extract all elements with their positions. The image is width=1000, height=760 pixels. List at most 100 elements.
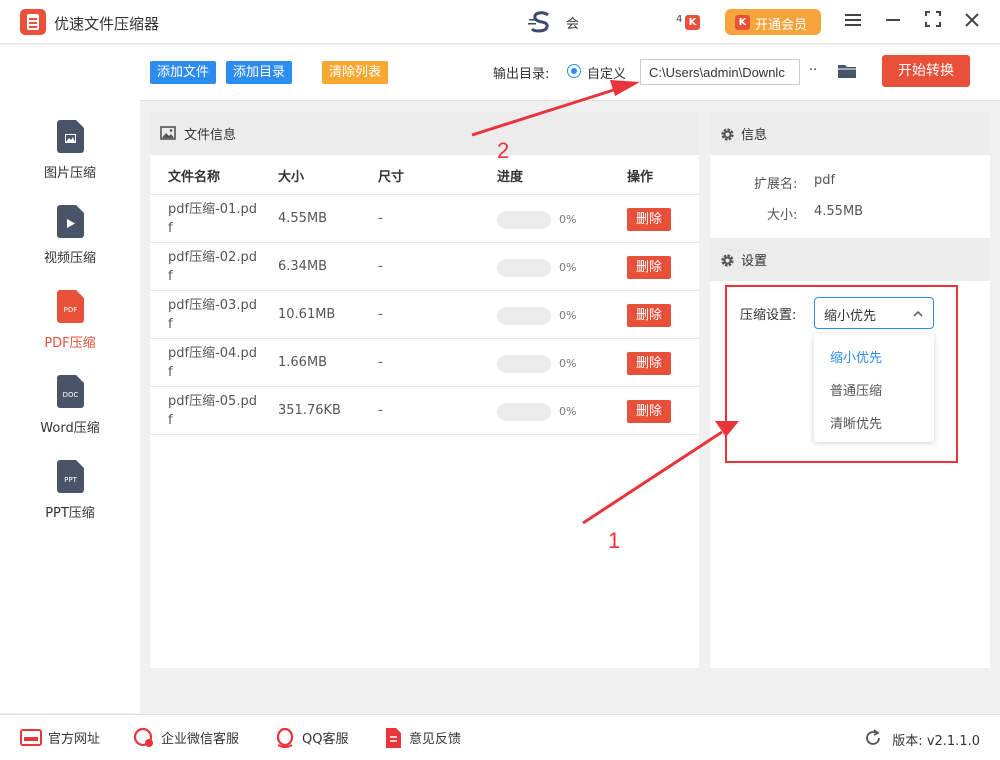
vip-badge-count: 4 bbox=[676, 14, 683, 25]
vip-badge[interactable]: 4 K bbox=[676, 12, 702, 32]
doc-icon-tag: DOC bbox=[62, 391, 79, 399]
clear-list-button[interactable]: 清除列表 bbox=[322, 61, 389, 84]
folder-icon[interactable] bbox=[837, 62, 857, 80]
maximize-icon[interactable] bbox=[921, 10, 945, 34]
progress-percent: 0% bbox=[559, 213, 577, 226]
progress-percent: 0% bbox=[559, 309, 577, 322]
table-row: pdf压缩-05.pdf 351.76KB - 0% 删除 bbox=[150, 387, 699, 435]
close-icon[interactable] bbox=[960, 10, 984, 34]
settings-panel-header: 设置 bbox=[710, 238, 990, 281]
sidebar-item-pdf[interactable]: PDF PDF压缩 bbox=[0, 290, 140, 370]
member-text[interactable]: 会 bbox=[566, 13, 579, 32]
vip-k-icon: K bbox=[685, 15, 700, 30]
progress-percent: 0% bbox=[559, 405, 577, 418]
col-header-size: 大小 bbox=[278, 170, 305, 185]
info-panel-title: 信息 bbox=[741, 128, 768, 143]
file-name: pdf压缩-02.pdf bbox=[168, 250, 257, 284]
sidebar-item-label: Word压缩 bbox=[40, 421, 100, 436]
file-dim: - bbox=[378, 355, 383, 370]
sidebar-item-label: PPT压缩 bbox=[45, 506, 95, 521]
dropdown-option-shrink[interactable]: 缩小优先 bbox=[830, 347, 882, 366]
menu-icon[interactable] bbox=[841, 10, 865, 34]
file-size: 4.55MB bbox=[278, 211, 328, 226]
sidebar-item-label: 图片压缩 bbox=[43, 166, 96, 181]
compress-setting-select[interactable]: 缩小优先 bbox=[814, 297, 934, 329]
minimize-icon[interactable] bbox=[881, 10, 905, 34]
ext-label: 扩展名: bbox=[754, 177, 798, 192]
delete-button[interactable]: 删除 bbox=[627, 400, 671, 423]
annotation-label-1: 1 bbox=[608, 528, 621, 553]
file-info-panel: 文件信息 文件名称 大小 尺寸 进度 操作 pdf压缩-01.pdf 4.55M… bbox=[150, 112, 699, 668]
dropdown-option-clear[interactable]: 清晰优先 bbox=[830, 413, 882, 432]
file-name: pdf压缩-04.pdf bbox=[168, 346, 257, 380]
ppt-icon-tag: PPT bbox=[64, 476, 77, 484]
feedback-link[interactable]: 意见反馈 bbox=[409, 728, 461, 747]
output-path-input[interactable]: C:\Users\admin\Downlc bbox=[640, 59, 800, 85]
add-dir-button[interactable]: 添加目录 bbox=[226, 61, 293, 84]
wechat-service-icon bbox=[133, 727, 153, 747]
output-path-value: C:\Users\admin\Downlc bbox=[649, 65, 785, 80]
custom-radio[interactable] bbox=[567, 64, 581, 78]
sidebar-item-video[interactable]: 视频压缩 bbox=[0, 205, 140, 285]
vip-button[interactable]: K 开通会员 bbox=[725, 9, 821, 35]
ppt-file-icon: PPT bbox=[57, 460, 84, 493]
col-header-action: 操作 bbox=[627, 170, 654, 185]
compress-setting-dropdown: 缩小优先 普通压缩 清晰优先 bbox=[814, 334, 934, 442]
image-icon bbox=[160, 126, 176, 140]
size-label: 大小: bbox=[767, 208, 798, 223]
info-panel-header: 信息 bbox=[710, 112, 990, 155]
col-header-name: 文件名称 bbox=[168, 170, 221, 185]
sidebar-item-label: PDF压缩 bbox=[44, 336, 96, 351]
start-convert-button[interactable]: 开始转换 bbox=[882, 55, 970, 87]
sidebar: 图片压缩 视频压缩 PDF PDF压缩 DOC Word压缩 PPT PPT压缩 bbox=[0, 45, 140, 713]
delete-button[interactable]: 删除 bbox=[627, 352, 671, 375]
custom-radio-label: 自定义 bbox=[587, 67, 627, 82]
output-dir-label: 输出目录: bbox=[493, 67, 550, 82]
s-logo-icon bbox=[528, 11, 549, 33]
file-dim: - bbox=[378, 403, 383, 418]
gear-icon bbox=[721, 128, 734, 141]
chevron-up-icon bbox=[913, 311, 923, 317]
website-icon bbox=[20, 729, 42, 746]
file-size: 10.61MB bbox=[278, 307, 336, 322]
sidebar-item-image[interactable]: 图片压缩 bbox=[0, 120, 140, 200]
sidebar-item-word[interactable]: DOC Word压缩 bbox=[0, 375, 140, 455]
qq-icon bbox=[276, 727, 294, 748]
delete-button[interactable]: 删除 bbox=[627, 256, 671, 279]
image-file-icon bbox=[57, 120, 84, 153]
table-row: pdf压缩-04.pdf 1.66MB - 0% 删除 bbox=[150, 339, 699, 387]
compress-setting-value: 缩小优先 bbox=[824, 309, 877, 324]
browse-dots-button[interactable]: ·· bbox=[803, 59, 823, 85]
version-info: 版本: v2.1.1.0 bbox=[892, 730, 980, 749]
footer: 官方网址 企业微信客服 QQ客服 意见反馈 版本: v2.1.1.0 bbox=[0, 714, 1000, 760]
ext-value: pdf bbox=[814, 173, 836, 188]
file-size: 1.66MB bbox=[278, 355, 328, 370]
col-header-progress: 进度 bbox=[497, 170, 524, 185]
delete-button[interactable]: 删除 bbox=[627, 208, 671, 231]
official-site-link[interactable]: 官方网址 bbox=[48, 728, 100, 747]
refresh-icon[interactable] bbox=[864, 729, 882, 747]
progress-percent: 0% bbox=[559, 357, 577, 370]
delete-button[interactable]: 删除 bbox=[627, 304, 671, 327]
wechat-service-link[interactable]: 企业微信客服 bbox=[161, 728, 239, 747]
table-row: pdf压缩-01.pdf 4.55MB - 0% 删除 bbox=[150, 195, 699, 243]
app-logo-icon bbox=[20, 9, 46, 35]
dropdown-option-normal[interactable]: 普通压缩 bbox=[830, 380, 882, 399]
gear-icon bbox=[721, 254, 734, 267]
video-file-icon bbox=[57, 205, 84, 238]
qq-service-link[interactable]: QQ客服 bbox=[302, 728, 348, 747]
doc-file-icon: DOC bbox=[57, 375, 84, 408]
progress-bar bbox=[497, 403, 551, 421]
progress-bar bbox=[497, 307, 551, 325]
settings-panel-title: 设置 bbox=[741, 254, 768, 269]
sidebar-item-ppt[interactable]: PPT PPT压缩 bbox=[0, 460, 140, 540]
progress-bar bbox=[497, 211, 551, 229]
progress-bar bbox=[497, 259, 551, 277]
file-dim: - bbox=[378, 211, 383, 226]
add-file-button[interactable]: 添加文件 bbox=[150, 61, 217, 84]
col-header-dim: 尺寸 bbox=[378, 170, 405, 185]
progress-percent: 0% bbox=[559, 261, 577, 274]
file-dim: - bbox=[378, 307, 383, 322]
table-row: pdf压缩-02.pdf 6.34MB - 0% 删除 bbox=[150, 243, 699, 291]
file-name: pdf压缩-01.pdf bbox=[168, 202, 257, 236]
